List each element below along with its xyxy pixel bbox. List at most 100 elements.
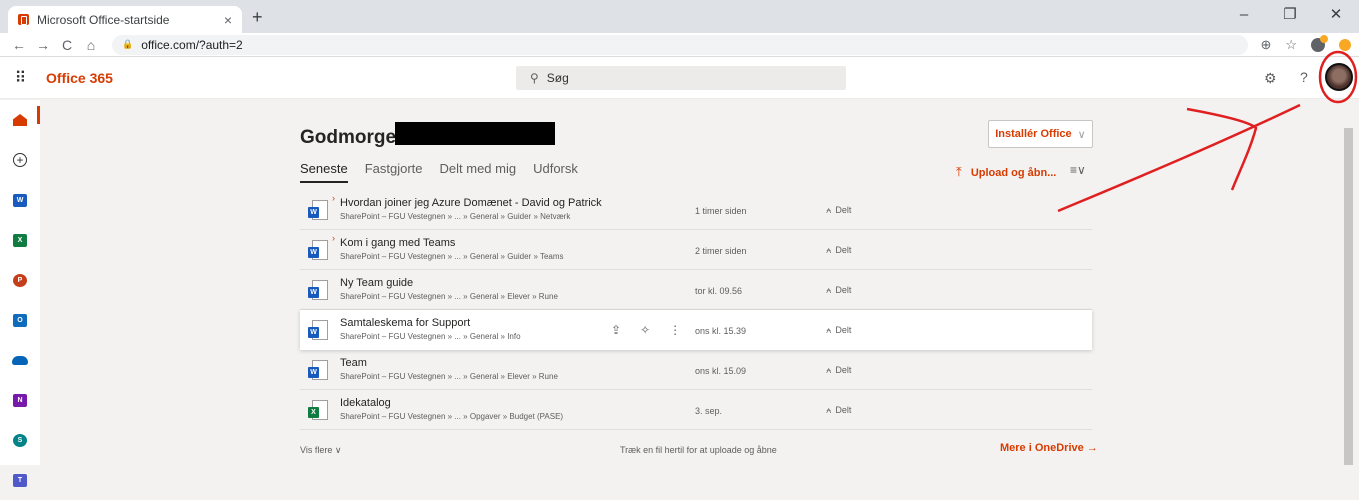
file-time: 1 timer siden [695, 206, 747, 216]
sort-menu-icon[interactable]: ≡∨ [1070, 163, 1086, 177]
address-bar[interactable]: 🔒 office.com/?auth=2 [112, 34, 1249, 55]
file-time: ons kl. 15.09 [695, 366, 747, 376]
app-launcher-icon[interactable]: ⠿ [0, 68, 40, 88]
browser-tab[interactable]: Microsoft Office-startside × [8, 6, 242, 33]
file-time: 3. sep. [695, 406, 723, 416]
tab-fastgjorte[interactable]: Fastgjorte [365, 161, 423, 183]
onenote-icon: N [13, 393, 27, 407]
create-plus-icon: + [13, 153, 27, 167]
file-name[interactable]: Ny Team guide [340, 277, 413, 289]
share-file-icon[interactable]: ⇪ [611, 323, 621, 337]
close-window-button[interactable]: ✕ [1313, 0, 1359, 33]
rail-item-home[interactable] [0, 100, 40, 140]
file-row[interactable]: W › Hvordan joiner jeg Azure Domænet - D… [300, 190, 1092, 230]
url-text: office.com/?auth=2 [141, 37, 243, 52]
shared-status: ⍲ Delt [826, 245, 852, 255]
file-name[interactable]: Idekatalog [340, 397, 391, 409]
word-document-icon: W [308, 200, 328, 222]
rail-item-word[interactable]: W [0, 180, 40, 220]
file-path: SharePoint – FGU Vestegnen » ... » Opgav… [340, 412, 564, 421]
file-name[interactable]: Kom i gang med Teams [340, 237, 455, 249]
help-icon[interactable]: ? [1300, 69, 1308, 85]
rail-item-onenote[interactable]: N [0, 380, 40, 420]
browser-tabbar: Microsoft Office-startside × + – ❐ ✕ [0, 0, 1359, 33]
file-row[interactable]: W Ny Team guide SharePoint – FGU Vestegn… [300, 270, 1092, 310]
tab-close-icon[interactable]: × [224, 12, 232, 28]
onedrive-icon [12, 355, 28, 365]
show-more-link[interactable]: Vis flere ∨ [300, 445, 341, 456]
file-name[interactable]: Hvordan joiner jeg Azure Domænet - David… [340, 197, 602, 209]
file-row[interactable]: W › Kom i gang med Teams SharePoint – FG… [300, 230, 1092, 270]
rail-item-onedrive[interactable] [0, 340, 40, 380]
tab-seneste[interactable]: Seneste [300, 161, 348, 183]
rail-item-create[interactable]: + [0, 140, 40, 180]
people-icon: ⍲ [826, 325, 832, 335]
file-path: SharePoint – FGU Vestegnen » ... » Gener… [340, 332, 521, 341]
chevron-down-icon: ∨ [1077, 128, 1086, 141]
people-icon: ⍲ [826, 365, 832, 375]
file-name[interactable]: Team [340, 357, 367, 369]
new-indicator-icon: › [332, 233, 335, 243]
user-avatar[interactable] [1325, 63, 1353, 91]
home-icon [13, 114, 27, 126]
rail-item-sharepoint[interactable]: S [0, 420, 40, 460]
pin-icon[interactable]: ✧ [640, 323, 650, 337]
word-document-icon: W [308, 240, 328, 262]
new-tab-button[interactable]: + [252, 6, 263, 28]
app-rail: + W X P O N S T [0, 100, 40, 487]
tab-delt-med-mig[interactable]: Delt med mig [440, 161, 517, 183]
minimize-button[interactable]: – [1221, 0, 1267, 33]
rail-item-powerpoint[interactable]: P [0, 260, 40, 300]
install-office-button[interactable]: Installér Office ∨ [988, 120, 1093, 148]
extension-icon[interactable] [1339, 38, 1351, 51]
rail-item-teams[interactable]: T [0, 460, 40, 500]
add-icon[interactable]: ⊕ [1260, 37, 1271, 53]
rail-item-excel[interactable]: X [0, 220, 40, 260]
main-content: Godmorgen Installér Office ∨ Seneste Fas… [40, 100, 1344, 465]
lock-icon: 🔒 [122, 39, 134, 49]
settings-gear-icon[interactable]: ⚙ [1264, 70, 1277, 87]
scrollbar-thumb[interactable] [1344, 128, 1353, 465]
file-row[interactable]: W Team SharePoint – FGU Vestegnen » ... … [300, 350, 1092, 390]
shared-status: ⍲ Delt [826, 285, 852, 295]
rail-item-outlook[interactable]: O [0, 300, 40, 340]
file-row[interactable]: W Samtaleskema for Support SharePoint – … [300, 310, 1092, 350]
powerpoint-icon: P [13, 273, 27, 287]
more-options-icon[interactable]: ⋮ [669, 323, 681, 337]
bookmark-star-icon[interactable]: ☆ [1285, 37, 1297, 53]
file-row[interactable]: X Idekatalog SharePoint – FGU Vestegnen … [300, 390, 1092, 430]
maximize-button[interactable]: ❐ [1267, 0, 1313, 33]
toolbar-right: ⊕ ☆ [1260, 34, 1351, 53]
teams-icon: T [13, 473, 27, 487]
office-header: ⠿ Office 365 ⚲ Søg ⚙ ? [0, 57, 1359, 99]
file-time: tor kl. 09.56 [695, 286, 743, 296]
forward-icon[interactable]: → [32, 37, 54, 53]
brand-title[interactable]: Office 365 [46, 70, 113, 86]
sharepoint-icon: S [13, 433, 27, 447]
shared-status: ⍲ Delt [826, 405, 852, 415]
people-icon: ⍲ [826, 205, 832, 215]
search-placeholder: Søg [546, 71, 569, 85]
reload-icon[interactable]: C [56, 37, 78, 53]
file-path: SharePoint – FGU Vestegnen » ... » Gener… [340, 372, 558, 381]
excel-icon: X [13, 233, 27, 247]
page-scrollbar[interactable] [1344, 100, 1353, 465]
back-icon[interactable]: ← [8, 37, 30, 53]
search-box[interactable]: ⚲ Søg [516, 66, 846, 90]
tab-udforsk[interactable]: Udforsk [533, 161, 578, 183]
file-name[interactable]: Samtaleskema for Support [340, 317, 470, 329]
upload-open-button[interactable]: ⤒ Upload og åbn... [956, 164, 1056, 180]
window-controls: – ❐ ✕ [1221, 0, 1359, 33]
word-icon: W [13, 193, 27, 207]
tab-title: Microsoft Office-startside [37, 12, 170, 27]
browser-toolbar: ← → C ⌂ 🔒 office.com/?auth=2 ⊕ ☆ [0, 33, 1359, 57]
excel-document-icon: X [308, 400, 328, 422]
home-icon[interactable]: ⌂ [80, 37, 102, 53]
browser-profile-icon[interactable] [1311, 34, 1328, 52]
file-path: SharePoint – FGU Vestegnen » ... » Gener… [340, 212, 571, 221]
people-icon: ⍲ [826, 405, 832, 415]
recent-file-list: W › Hvordan joiner jeg Azure Domænet - D… [300, 190, 1092, 430]
shared-status: ⍲ Delt [826, 365, 852, 375]
people-icon: ⍲ [826, 285, 832, 295]
more-in-onedrive-link[interactable]: Mere i OneDrive → [1000, 442, 1098, 454]
